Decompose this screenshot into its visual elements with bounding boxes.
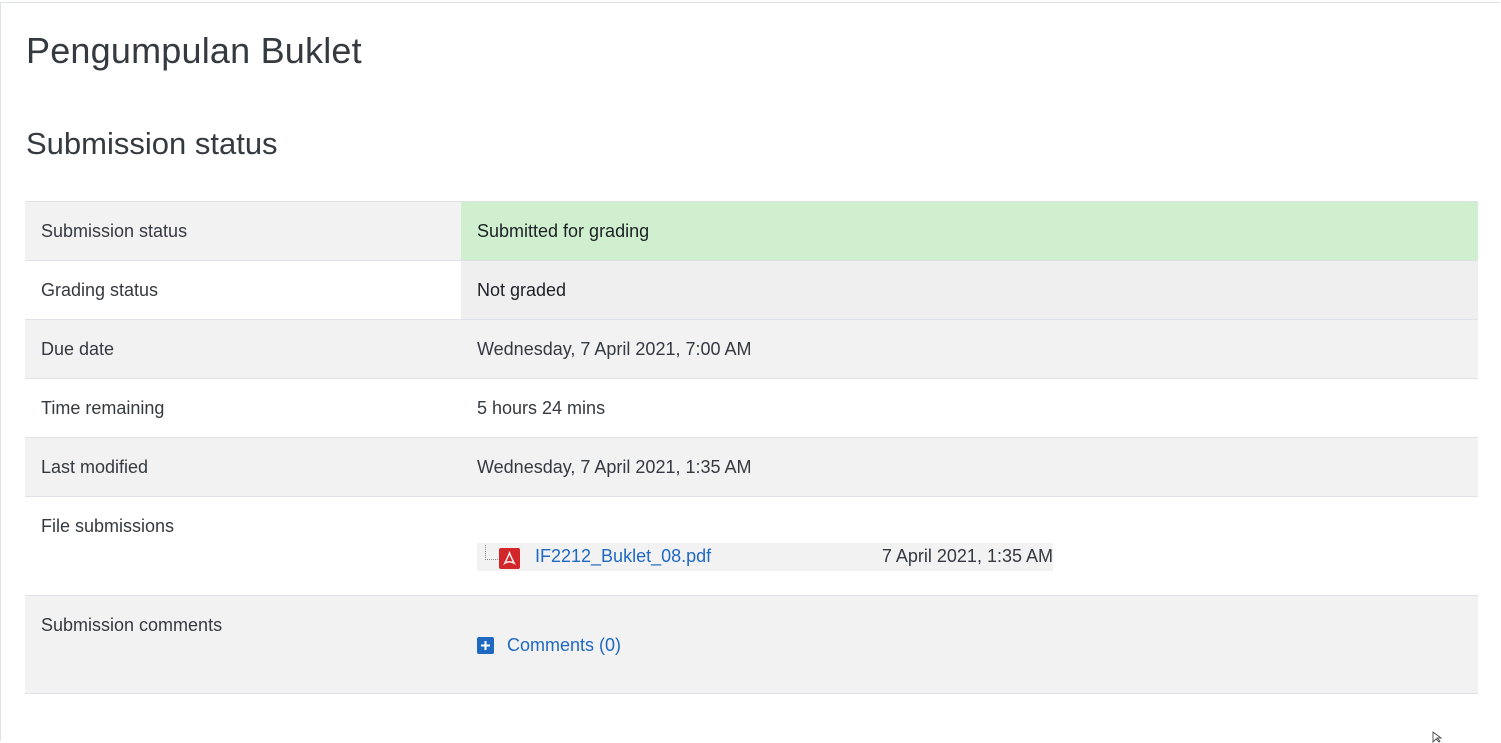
file-link[interactable]: IF2212_Buklet_08.pdf (535, 546, 711, 567)
mouse-pointer-icon (1432, 731, 1443, 743)
table-row: Submission status Submitted for grading (25, 201, 1478, 261)
submission-status-label: Submission status (25, 201, 461, 261)
grading-status-value: Not graded (461, 260, 1478, 320)
table-row: Last modified Wednesday, 7 April 2021, 1… (25, 437, 1478, 497)
due-date-value: Wednesday, 7 April 2021, 7:00 AM (461, 319, 1478, 379)
table-row: Time remaining 5 hours 24 mins (25, 378, 1478, 438)
grading-status-label: Grading status (25, 260, 461, 320)
time-remaining-value: 5 hours 24 mins (461, 378, 1478, 438)
last-modified-label: Last modified (25, 437, 461, 497)
tree-connector (485, 545, 500, 560)
comments-toggle[interactable]: Comments (0) (477, 635, 1462, 656)
plus-square-icon[interactable] (477, 637, 494, 654)
page-title: Pengumpulan Buklet (26, 30, 362, 71)
table-row: File submissions IF2212_Buklet_08.pdf 7 … (25, 496, 1478, 596)
submission-status-table: Submission status Submitted for grading … (25, 201, 1478, 694)
submission-comments-label: Submission comments (25, 595, 461, 694)
section-title: Submission status (26, 126, 278, 161)
time-remaining-label: Time remaining (25, 378, 461, 438)
pdf-file-icon[interactable] (499, 548, 520, 569)
submission-comments-value: Comments (0) (461, 595, 1478, 694)
table-row: Grading status Not graded (25, 260, 1478, 320)
table-row: Due date Wednesday, 7 April 2021, 7:00 A… (25, 319, 1478, 379)
comments-link[interactable]: Comments (0) (507, 635, 621, 656)
due-date-label: Due date (25, 319, 461, 379)
file-tree-item: IF2212_Buklet_08.pdf 7 April 2021, 1:35 … (477, 543, 1053, 571)
last-modified-value: Wednesday, 7 April 2021, 1:35 AM (461, 437, 1478, 497)
file-submissions-label: File submissions (25, 496, 461, 596)
file-submissions-value: IF2212_Buklet_08.pdf 7 April 2021, 1:35 … (461, 496, 1478, 596)
file-date: 7 April 2021, 1:35 AM (881, 546, 1053, 566)
table-row: Submission comments Comments (0) (25, 595, 1478, 694)
submission-status-value: Submitted for grading (461, 201, 1478, 261)
